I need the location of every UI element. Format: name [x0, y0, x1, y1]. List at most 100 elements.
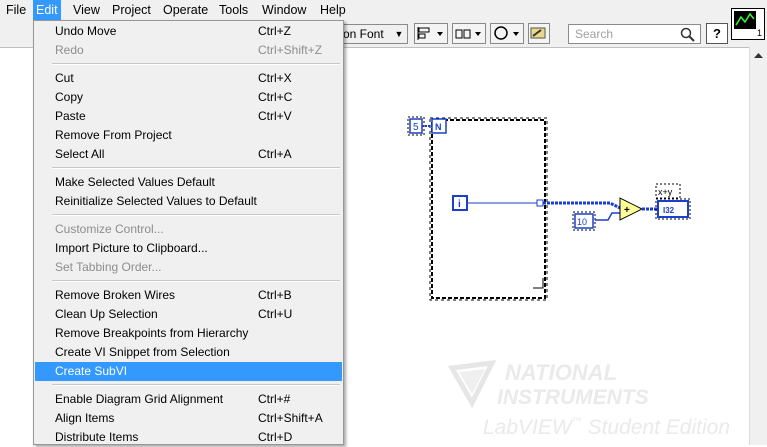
reorder-icon	[494, 26, 519, 40]
menu-item-cut[interactable]: Cut Ctrl+X	[35, 69, 342, 88]
add-function-symbol: +	[624, 205, 630, 216]
indicator-label[interactable]: x+y	[658, 187, 673, 197]
cleanup-diagram-button[interactable]	[528, 23, 550, 44]
loop-count-value: 5	[413, 122, 419, 133]
ni-eagle-logo	[447, 359, 497, 408]
menu-item-create-subvi[interactable]: Create SubVI	[35, 362, 342, 381]
menu-item-label: Create SubVI	[55, 364, 128, 378]
loop-count-constant[interactable]: 5	[407, 116, 425, 136]
menu-view[interactable]: View	[70, 0, 103, 20]
menu-item-label: Clean Up Selection	[55, 307, 158, 321]
vertical-scrollbar[interactable]	[749, 47, 767, 445]
menu-separator	[52, 384, 340, 386]
menu-item-grid-alignment[interactable]: Enable Diagram Grid Alignment Ctrl+#	[35, 390, 342, 409]
search-input[interactable]: Search	[568, 24, 701, 44]
iteration-terminal-label: i	[458, 199, 461, 210]
menu-separator	[52, 280, 340, 282]
for-loop[interactable]	[429, 117, 548, 301]
menu-item-shortcut: Ctrl+A	[258, 147, 292, 161]
menu-item-make-default[interactable]: Make Selected Values Default	[35, 173, 342, 192]
menu-item-label: Remove Breakpoints from Hierarchy	[55, 326, 249, 340]
menu-item-label: Paste	[55, 109, 86, 123]
menu-item-align-items[interactable]: Align Items Ctrl+Shift+A	[35, 409, 342, 428]
menu-item-label: Set Tabbing Order...	[55, 260, 162, 274]
menu-item-customize-control[interactable]: Customize Control...	[35, 220, 342, 239]
menu-item-label: Distribute Items	[55, 430, 139, 444]
loop-count-terminal[interactable]: N	[431, 118, 447, 134]
menu-item-shortcut: Ctrl+U	[258, 307, 293, 321]
menu-item-label: Customize Control...	[55, 222, 164, 236]
menu-separator	[52, 63, 340, 65]
menu-item-paste[interactable]: Paste Ctrl+V	[35, 107, 342, 126]
watermark-labview-name: LabVIEW	[483, 416, 572, 439]
menu-file[interactable]: File	[3, 0, 29, 20]
menu-item-label: Reinitialize Selected Values to Default	[55, 194, 257, 208]
watermark-national: NATIONAL	[505, 360, 618, 385]
watermark-instruments: INSTRUMENTS	[497, 386, 649, 409]
search-placeholder: Search	[575, 27, 614, 41]
menu-operate[interactable]: Operate	[160, 0, 211, 20]
distribute-objects-button[interactable]	[452, 23, 486, 44]
constant-wire[interactable]	[595, 212, 620, 221]
vi-icon[interactable]: 1	[731, 8, 765, 40]
add-function[interactable]: +	[619, 197, 644, 221]
align-objects-icon	[417, 27, 443, 40]
menu-item-reinitialize-default[interactable]: Reinitialize Selected Values to Default	[35, 192, 342, 211]
menu-item-label: Redo	[55, 43, 84, 57]
menu-tools[interactable]: Tools	[216, 0, 251, 20]
menu-item-label: Align Items	[55, 411, 115, 425]
menu-item-label: Make Selected Values Default	[55, 175, 215, 189]
indicator-type: I32	[663, 206, 675, 215]
array-indicator[interactable]: I32	[655, 198, 691, 220]
menu-separator	[52, 214, 340, 216]
loop-count-terminal-label: N	[435, 122, 442, 132]
menu-item-create-vi-snippet[interactable]: Create VI Snippet from Selection	[35, 343, 342, 362]
menu-item-undo[interactable]: Undo Move Ctrl+Z	[35, 22, 342, 41]
menu-item-shortcut: Ctrl+#	[258, 392, 291, 406]
menu-item-remove-broken-wires[interactable]: Remove Broken Wires Ctrl+B	[35, 286, 342, 305]
menu-item-import-picture[interactable]: Import Picture to Clipboard...	[35, 239, 342, 258]
context-help-button[interactable]: ?	[706, 23, 728, 44]
menu-item-label: Create VI Snippet from Selection	[55, 345, 230, 359]
scroll-arrows	[754, 53, 763, 58]
menu-window[interactable]: Window	[259, 0, 309, 20]
search-icon[interactable]	[680, 27, 696, 42]
menu-item-label: Select All	[55, 147, 105, 161]
menu-item-shortcut: Ctrl+V	[258, 109, 292, 123]
menu-edit[interactable]: Edit	[33, 0, 61, 20]
menu-project[interactable]: Project	[109, 0, 154, 20]
numeric-constant[interactable]: 10	[572, 211, 596, 231]
watermark-labview: LabVIEW™ Student Edition	[483, 416, 730, 440]
distribute-objects-icon	[455, 29, 481, 39]
svg-text:1: 1	[757, 28, 762, 38]
menu-item-shortcut: Ctrl+Shift+A	[258, 411, 323, 425]
scroll-up-icon[interactable]	[754, 53, 763, 58]
menu-item-distribute-items[interactable]: Distribute Items Ctrl+D	[35, 428, 342, 447]
iteration-terminal[interactable]: i	[452, 195, 468, 211]
cleanup-diagram-icon	[530, 27, 546, 39]
font-dropdown-label: on Font	[343, 27, 384, 41]
auto-index-tunnel[interactable]	[536, 199, 544, 207]
menu-help[interactable]: Help	[317, 0, 349, 20]
menu-item-redo[interactable]: Redo Ctrl+Shift+Z	[35, 41, 342, 60]
menu-item-shortcut: Ctrl+C	[258, 90, 293, 104]
array-wire[interactable]	[543, 201, 621, 210]
reorder-button[interactable]	[490, 23, 524, 44]
numeric-constant-value: 10	[577, 217, 587, 227]
menu-separator	[52, 167, 340, 169]
menu-item-select-all[interactable]: Select All Ctrl+A	[35, 145, 342, 164]
menu-item-label: Enable Diagram Grid Alignment	[55, 392, 224, 406]
menu-item-set-tabbing-order[interactable]: Set Tabbing Order...	[35, 258, 342, 277]
menu-item-remove-breakpoints[interactable]: Remove Breakpoints from Hierarchy	[35, 324, 342, 343]
align-objects-button[interactable]	[414, 23, 448, 44]
menu-item-shortcut: Ctrl+B	[258, 288, 292, 302]
menu-item-remove-from-project[interactable]: Remove From Project	[35, 126, 342, 145]
menu-item-shortcut: Ctrl+Shift+Z	[258, 43, 323, 57]
menu-item-clean-up-selection[interactable]: Clean Up Selection Ctrl+U	[35, 305, 342, 324]
menu-item-label: Undo Move	[55, 24, 117, 38]
menu-item-copy[interactable]: Copy Ctrl+C	[35, 88, 342, 107]
watermark-trademark: ™	[571, 416, 582, 427]
menu-item-shortcut: Ctrl+D	[258, 430, 293, 444]
menu-item-label: Copy	[55, 90, 84, 104]
menu-item-label: Cut	[55, 71, 74, 85]
